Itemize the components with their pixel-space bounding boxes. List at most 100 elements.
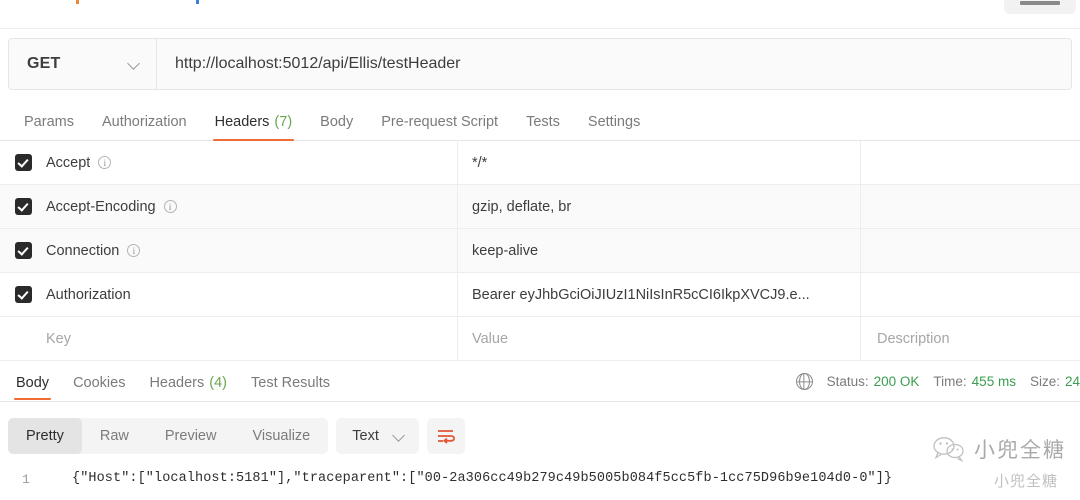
response-tab-cookies-label: Cookies <box>73 375 126 391</box>
tab-body[interactable]: Body <box>306 104 367 140</box>
postman-request-window: GET http://localhost:5012/api/Ellis/test… <box>0 0 1080 500</box>
content-type-label: Text <box>352 428 379 444</box>
header-key: Authorization <box>46 286 131 303</box>
row-description-cell[interactable] <box>861 185 1080 228</box>
format-pretty-label: Pretty <box>26 428 64 444</box>
checkbox-icon[interactable] <box>14 286 32 303</box>
response-tab-cookies[interactable]: Cookies <box>61 365 137 401</box>
response-body-viewer[interactable]: 1 {"Host":["localhost:5181"],"traceparen… <box>0 462 1080 500</box>
tab-params[interactable]: Params <box>10 104 88 140</box>
tab-tests-label: Tests <box>526 114 560 130</box>
row-value-cell[interactable]: */* <box>458 141 861 184</box>
table-row[interactable]: Accept i */* <box>0 141 1080 185</box>
request-tabs: Params Authorization Headers (7) Body Pr… <box>0 104 1080 141</box>
tab-settings-label: Settings <box>587 114 641 130</box>
time-label: Time: <box>933 374 967 389</box>
top-right-button-glyph <box>1020 1 1060 5</box>
url-bar: GET http://localhost:5012/api/Ellis/test… <box>8 38 1072 90</box>
response-body-line: {"Host":["localhost:5181"],"traceparent"… <box>72 471 893 486</box>
format-pretty-button[interactable]: Pretty <box>8 418 82 454</box>
tab-params-label: Params <box>24 114 74 130</box>
checkbox-icon[interactable] <box>14 198 32 215</box>
header-value: Bearer eyJhbGciOiJIUzI1NiIsInR5cCI6IkpXV… <box>472 286 810 303</box>
tab-authorization[interactable]: Authorization <box>88 104 201 140</box>
tab-body-label: Body <box>320 114 354 130</box>
table-row[interactable]: Connection i keep-alive <box>0 229 1080 273</box>
format-segmented-control: Pretty Raw Preview Visualize <box>8 418 329 454</box>
info-icon[interactable]: i <box>98 156 112 169</box>
clipped-breadcrumb-mark-left <box>76 0 79 4</box>
table-row[interactable]: Authorization Bearer eyJhbGciOiJIUzI1NiI… <box>0 273 1080 317</box>
time-badge[interactable]: Time: 455 ms <box>933 374 1016 389</box>
size-value: 24 <box>1064 374 1080 389</box>
content-type-selector[interactable]: Text <box>336 418 419 454</box>
tab-pre-request-script[interactable]: Pre-request Script <box>367 104 512 140</box>
row-value-cell[interactable]: keep-alive <box>458 229 861 272</box>
response-tab-headers-label: Headers <box>149 375 205 391</box>
chevron-down-icon <box>128 58 140 70</box>
response-tab-body-label: Body <box>16 375 50 391</box>
format-visualize-button[interactable]: Visualize <box>234 418 328 454</box>
tab-headers-count: (7) <box>274 114 293 130</box>
info-icon[interactable]: i <box>163 200 177 213</box>
response-tab-body[interactable]: Body <box>4 365 61 401</box>
tab-tests[interactable]: Tests <box>512 104 574 140</box>
row-checkbox-cell <box>0 286 46 303</box>
checkbox-icon[interactable] <box>14 242 32 259</box>
row-checkbox-cell <box>0 330 46 347</box>
table-row-empty[interactable]: Key Value Description <box>0 317 1080 361</box>
row-checkbox-cell <box>0 242 46 259</box>
tab-underline <box>14 397 52 400</box>
tab-headers[interactable]: Headers (7) <box>201 104 307 141</box>
row-checkbox-cell <box>0 154 46 171</box>
row-key-cell[interactable]: Accept-Encoding i <box>46 185 458 228</box>
response-tabs: Body Cookies Headers (4) Test Results <box>0 365 342 401</box>
row-checkbox-cell <box>0 198 46 215</box>
new-key-input[interactable]: Key <box>46 317 458 360</box>
time-value: 455 ms <box>971 374 1016 389</box>
row-description-cell[interactable] <box>861 141 1080 184</box>
row-key-cell[interactable]: Accept i <box>46 141 458 184</box>
wrap-text-button[interactable] <box>426 418 465 454</box>
clipped-breadcrumb-mark-right <box>196 0 199 4</box>
top-right-button[interactable] <box>1004 0 1076 14</box>
value-placeholder: Value <box>472 330 509 347</box>
header-value: gzip, deflate, br <box>472 198 572 215</box>
status-label: Status: <box>826 374 869 389</box>
row-value-cell[interactable]: gzip, deflate, br <box>458 185 861 228</box>
http-method-selector[interactable]: GET <box>9 39 157 89</box>
key-placeholder: Key <box>46 330 71 347</box>
new-description-input[interactable]: Description <box>861 317 1080 360</box>
table-row[interactable]: Accept-Encoding i gzip, deflate, br <box>0 185 1080 229</box>
response-tabs-bar: Body Cookies Headers (4) Test Results St… <box>0 365 1080 402</box>
row-key-cell[interactable]: Authorization <box>46 273 458 316</box>
status-badge[interactable]: Status: 200 OK <box>827 374 920 389</box>
headers-table: Accept i */* Accept-Encoding i gzip, def… <box>0 141 1080 361</box>
row-key-cell[interactable]: Connection i <box>46 229 458 272</box>
format-preview-label: Preview <box>164 428 217 444</box>
checkbox-icon[interactable] <box>15 330 32 347</box>
row-description-cell[interactable] <box>861 229 1080 272</box>
row-description-cell[interactable] <box>861 273 1080 316</box>
response-tab-headers-count: (4) <box>209 375 227 391</box>
response-tab-test-results[interactable]: Test Results <box>239 365 342 401</box>
size-label: Size: <box>1029 374 1060 389</box>
globe-icon <box>795 373 813 390</box>
header-value: */* <box>472 154 488 171</box>
tab-pre-request-script-label: Pre-request Script <box>381 114 499 130</box>
new-value-input[interactable]: Value <box>458 317 861 360</box>
format-visualize-label: Visualize <box>252 428 311 444</box>
response-tab-headers[interactable]: Headers (4) <box>137 365 239 401</box>
response-tab-test-results-label: Test Results <box>251 375 330 391</box>
format-raw-label: Raw <box>99 428 129 444</box>
format-raw-button[interactable]: Raw <box>82 418 147 454</box>
checkbox-icon[interactable] <box>14 154 32 171</box>
response-status-bar: Status: 200 OK Time: 455 ms Size: 24 <box>795 373 1080 390</box>
info-icon[interactable]: i <box>127 244 141 257</box>
url-input[interactable]: http://localhost:5012/api/Ellis/testHead… <box>157 39 1071 89</box>
status-value: 200 OK <box>873 374 920 389</box>
format-preview-button[interactable]: Preview <box>147 418 235 454</box>
row-value-cell[interactable]: Bearer eyJhbGciOiJIUzI1NiIsInR5cCI6IkpXV… <box>458 273 861 316</box>
size-badge[interactable]: Size: 24 <box>1030 374 1080 389</box>
tab-settings[interactable]: Settings <box>574 104 654 140</box>
